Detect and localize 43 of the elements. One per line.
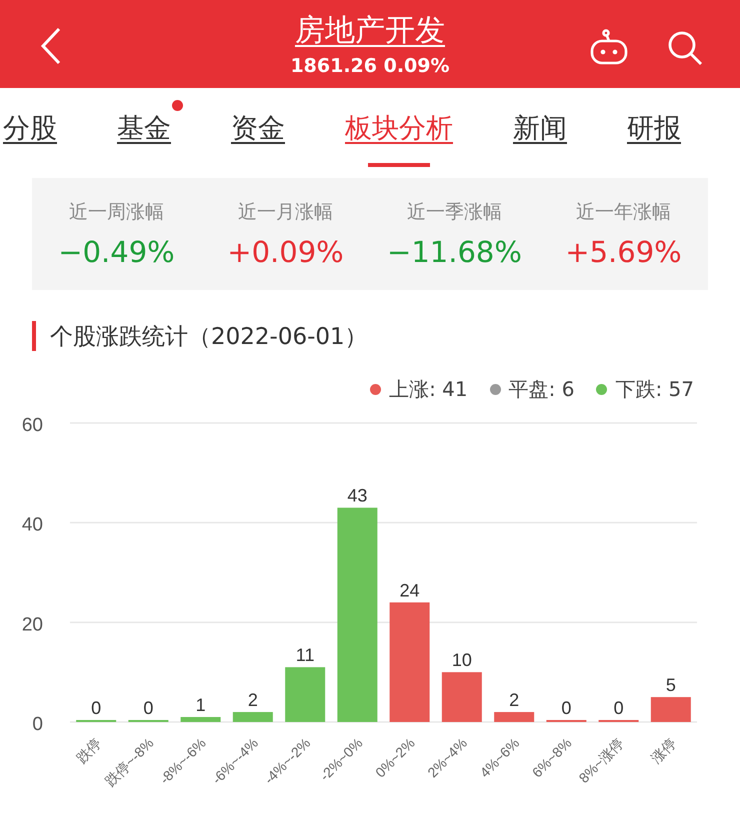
section-marker: [32, 321, 36, 351]
tab[interactable]: 新闻: [513, 108, 567, 146]
tab[interactable]: 分股: [3, 108, 57, 146]
axis-tick-label: 20: [22, 614, 43, 636]
data-label: 2: [509, 690, 520, 710]
robot-icon[interactable]: [589, 29, 629, 65]
tab[interactable]: 基金: [117, 108, 171, 146]
section-title: 个股涨跌统计（2022-06-01）: [50, 322, 368, 352]
page-title[interactable]: 房地产开发: [294, 11, 445, 51]
data-label: 1: [196, 695, 206, 716]
data-label: 24: [400, 580, 420, 600]
axis-tick-label: 跌停: [73, 734, 104, 766]
data-label: 0: [143, 698, 154, 718]
axis-tick-label: 涨停: [648, 734, 679, 766]
axis-tick-label: 40: [22, 514, 43, 536]
data-label: 0: [91, 698, 102, 718]
data-label: 5: [666, 675, 676, 696]
stat-label: 近一季涨幅: [407, 200, 502, 225]
data-label: 43: [347, 486, 368, 506]
stat-label: 近一周涨幅: [69, 200, 164, 225]
index-quote: 1861.26 0.09%: [290, 55, 450, 77]
stat-label: 近一年涨幅: [576, 200, 671, 225]
back-icon[interactable]: [40, 27, 62, 65]
stat-value: −0.49%: [58, 235, 175, 269]
stat-value: −11.68%: [387, 235, 522, 269]
tab[interactable]: 研报: [627, 108, 681, 146]
data-label: 11: [296, 645, 314, 666]
data-label: 10: [452, 650, 472, 670]
stat-label: 近一月涨幅: [238, 200, 333, 225]
stat-value: +0.09%: [227, 235, 344, 269]
data-label: 0: [614, 698, 624, 718]
tab[interactable]: 板块分析: [345, 108, 453, 146]
stat-value: +5.69%: [565, 235, 682, 269]
legend-label: 上涨: 41: [389, 376, 468, 402]
data-label: 0: [561, 698, 572, 718]
data-label: 2: [248, 690, 258, 710]
legend-label: 下跌: 57: [615, 376, 694, 402]
axis-tick-label: 60: [22, 415, 43, 436]
search-icon[interactable]: [667, 30, 703, 66]
axis-tick-label: 0: [32, 714, 43, 735]
legend-label: 平盘: 6: [508, 376, 574, 402]
tab-indicator: [368, 163, 430, 167]
tab[interactable]: 资金: [231, 108, 285, 146]
